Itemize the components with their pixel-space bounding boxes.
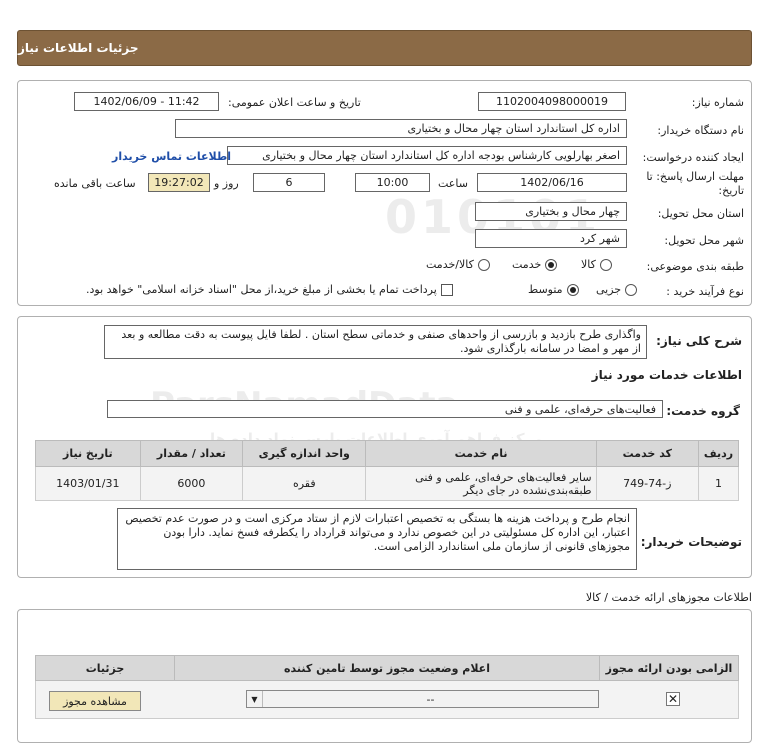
province-field: چهار محال و بختیاری [475,202,627,221]
deadline-time-field: 10:00 [355,173,430,192]
services-section-title: اطلاعات خدمات مورد نیاز [591,368,742,382]
category-option-service[interactable]: خدمت [512,258,558,271]
col-row: ردیف [698,440,739,467]
col-unit: واحد اندازه گیری [242,440,367,467]
services-table: ردیف کد خدمت نام خدمت واحد اندازه گیری ت… [35,440,739,501]
buyer-org-field: اداره کل استاندارد استان چهار محال و بخت… [175,119,627,138]
page-header: جزئیات اطلاعات نیاز [17,30,752,66]
announce-label: تاریخ و ساعت اعلان عمومی: [228,96,361,109]
description-label: شرح کلی نیاز: [656,334,742,348]
deadline-date-field: 1402/06/16 [477,173,627,192]
city-field: شهر کرد [475,229,627,248]
radio-small[interactable] [625,283,638,296]
treasury-checkbox[interactable] [440,283,453,296]
cell-unit: فقره [242,466,367,501]
purchase-option-medium-label: متوسط [528,283,563,296]
col-qty: تعداد / مقدار [139,440,244,467]
city-label: شهر محل تحویل: [664,234,744,247]
deadline-label-date: تاریخ: [718,184,744,197]
deadline-label: مهلت ارسال پاسخ: تا [646,170,744,183]
radio-goods[interactable] [599,258,612,271]
x-mark-icon: ✕ [667,692,679,706]
table-row: 1 ز-74-749 سایر فعالیت‌های حرفه‌ای، علمی… [35,466,739,501]
purchase-option-small[interactable]: جزیی [596,283,638,296]
permits-table-header: الزامی بودن ارائه مجوز اعلام وضعیت مجوز … [35,655,739,681]
category-option-both[interactable]: کالا/خدمت [426,258,490,271]
page-title: جزئیات اطلاعات نیاز [18,41,139,55]
cell-qty: 6000 [139,466,244,501]
permit-col-details: جزئیات [85,661,125,675]
province-label: استان محل تحویل: [657,207,744,220]
radio-service[interactable] [545,258,558,271]
category-option-goods-label: کالا [581,258,596,271]
buyer-notes-label: توضیحات خریدار: [640,535,742,549]
purchase-option-small-label: جزیی [596,283,622,296]
creator-field: اصغر بهارلویی کارشناس بودجه اداره کل است… [227,146,627,165]
service-group-label: گروه خدمت: [666,404,740,418]
days-label: روز و [214,177,239,190]
creator-label: ایجاد کننده درخواست: [642,151,744,164]
category-option-service-label: خدمت [512,258,542,271]
col-code: کد خدمت [595,440,700,467]
info-panel [17,80,752,306]
buyer-notes-text: انجام طرح و پرداخت هزینه ها بستگی به تخص… [125,512,630,553]
cell-row: 1 [698,466,739,501]
radio-medium[interactable] [566,283,579,296]
permit-required-checkbox[interactable]: ✕ [666,692,680,706]
category-option-goods[interactable]: کالا [581,258,612,271]
treasury-payment-option[interactable]: پرداخت تمام یا بخشی از مبلغ خرید،از محل … [86,283,453,296]
category-label: طبقه بندی موضوعی: [646,260,744,273]
permit-col-required: الزامی بودن ارائه مجوز [599,656,738,680]
description-box: واگذاری طرح بازدید و بازرسی از واحدهای ص… [104,325,647,359]
buyer-org-label: نام دستگاه خریدار: [657,124,744,137]
cell-date: 1403/01/31 [35,466,141,501]
col-date: تاریخ نیاز [35,440,141,467]
permit-status-select[interactable]: ▼ -- [246,690,599,708]
services-table-header: ردیف کد خدمت نام خدمت واحد اندازه گیری ت… [35,440,739,467]
deadline-time-label: ساعت [438,177,468,190]
announce-field: 1402/06/09 - 11:42 [74,92,219,111]
cell-code: ز-74-749 [595,466,700,501]
permit-status-value: -- [426,692,435,706]
treasury-payment-label: پرداخت تمام یا بخشی از مبلغ خرید،از محل … [86,283,437,296]
remaining-time-label: ساعت باقی مانده [54,177,136,190]
need-number-label: شماره نیاز: [691,96,744,109]
chevron-down-icon: ▼ [247,691,263,707]
remaining-time-field: 19:27:02 [148,173,210,192]
category-option-both-label: کالا/خدمت [426,258,474,271]
purchase-option-medium[interactable]: متوسط [528,283,579,296]
permit-col-status: اعلام وضعیت مجوز توسط تامین کننده [174,656,599,680]
days-field: 6 [253,173,325,192]
buyer-contact-link[interactable]: اطلاعات تماس خریدار [112,150,231,163]
col-name: نام خدمت [365,440,597,467]
buyer-notes-box: انجام طرح و پرداخت هزینه ها بستگی به تخص… [117,508,637,570]
radio-both[interactable] [477,258,490,271]
description-text: واگذاری طرح بازدید و بازرسی از واحدهای ص… [121,328,641,355]
service-group-field: فعالیت‌های حرفه‌ای، علمی و فنی [107,400,663,418]
purchase-type-label: نوع فرآیند خرید : [666,285,744,298]
cell-name: سایر فعالیت‌های حرفه‌ای، علمی و فنی طبقه… [365,466,597,501]
permits-section-title: اطلاعات مجوزهای ارائه خدمت / کالا [585,591,752,604]
view-permit-button[interactable]: مشاهده مجوز [49,691,141,711]
need-number-field: 1102004098000019 [478,92,626,111]
